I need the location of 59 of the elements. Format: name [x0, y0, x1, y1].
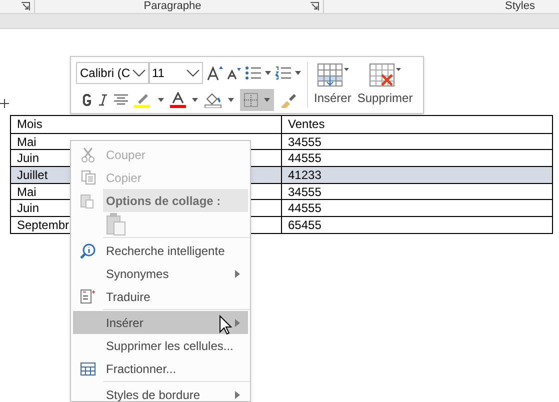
- font-size-field[interactable]: 11: [149, 62, 203, 84]
- delete-button[interactable]: Supprimer: [357, 60, 413, 110]
- borders-icon: [244, 93, 258, 107]
- menu-item[interactable]: Recherche intelligente: [73, 239, 248, 262]
- paintbrush-icon[interactable]: [280, 92, 296, 108]
- insert-button[interactable]: Insérer: [314, 60, 352, 110]
- dropdown-caret-icon[interactable]: [265, 71, 271, 75]
- dropdown-caret-icon[interactable]: [295, 71, 301, 75]
- highlight-icon[interactable]: [134, 92, 152, 108]
- shading-icon[interactable]: [204, 92, 222, 108]
- ribbon-group-label: Paragraphe: [144, 1, 202, 12]
- move-handle-icon[interactable]: [0, 99, 9, 108]
- table-icon: [80, 362, 96, 376]
- ribbon-group-label: Styles: [505, 1, 535, 12]
- translate-icon: [80, 288, 96, 304]
- menu-item[interactable]: Supprimer les cellules...: [73, 334, 248, 357]
- table-cell: Mois: [11, 116, 282, 133]
- font-name-field[interactable]: Calibri (C: [76, 62, 149, 84]
- numbering-icon[interactable]: [275, 66, 291, 80]
- dialog-launcher-icon[interactable]: [310, 2, 319, 11]
- menu-item[interactable]: Fractionner...: [73, 357, 248, 380]
- menu-item[interactable]: Insérer: [73, 311, 248, 334]
- dropdown-caret-icon[interactable]: [192, 98, 198, 102]
- table-cell-text: 65455: [287, 217, 322, 233]
- table-row[interactable]: Mois Ventes: [11, 116, 552, 133]
- chevron-down-icon[interactable]: [186, 69, 200, 77]
- table-cell-text: 44555: [287, 200, 322, 216]
- borders-button[interactable]: [240, 89, 274, 111]
- table-cell-text: 34555: [287, 184, 322, 200]
- submenu-arrow-icon: [235, 270, 240, 278]
- table-cell-text: 41233: [287, 167, 322, 183]
- table-cell-text: 44555: [287, 150, 322, 166]
- dropdown-caret-icon[interactable]: [264, 98, 270, 102]
- bullets-icon[interactable]: [245, 66, 261, 80]
- submenu-arrow-icon: [235, 390, 240, 398]
- grow-font-icon[interactable]: [207, 65, 223, 81]
- menu-section-header: Options de collage :: [103, 189, 248, 212]
- menu-item[interactable]: Traduire: [73, 285, 248, 308]
- info-search-icon: [80, 242, 96, 258]
- align-center-icon[interactable]: [114, 94, 128, 106]
- submenu-arrow-icon: [235, 318, 240, 326]
- font-color-icon[interactable]: [170, 92, 186, 108]
- table-insert-icon: [316, 63, 349, 89]
- table-cell-text: 34555: [287, 134, 322, 150]
- dropdown-caret-icon[interactable]: [158, 98, 164, 102]
- menu-item[interactable]: Styles de bordure: [73, 383, 248, 402]
- copy-icon: [80, 170, 96, 185]
- shrink-font-icon[interactable]: [227, 66, 241, 80]
- menu-item[interactable]: Synonymes: [73, 262, 248, 285]
- chevron-down-icon[interactable]: [132, 69, 146, 77]
- table-delete-icon: [369, 63, 402, 89]
- bold-icon[interactable]: [82, 94, 92, 106]
- dropdown-caret-icon[interactable]: [228, 98, 234, 102]
- scissors-icon: [81, 146, 95, 162]
- mouse-cursor-icon: [219, 315, 232, 335]
- dialog-launcher-icon[interactable]: [21, 2, 30, 11]
- clipboard-icon: [80, 192, 94, 208]
- italic-icon[interactable]: [98, 94, 108, 106]
- table-cell-text: Ventes: [287, 116, 326, 133]
